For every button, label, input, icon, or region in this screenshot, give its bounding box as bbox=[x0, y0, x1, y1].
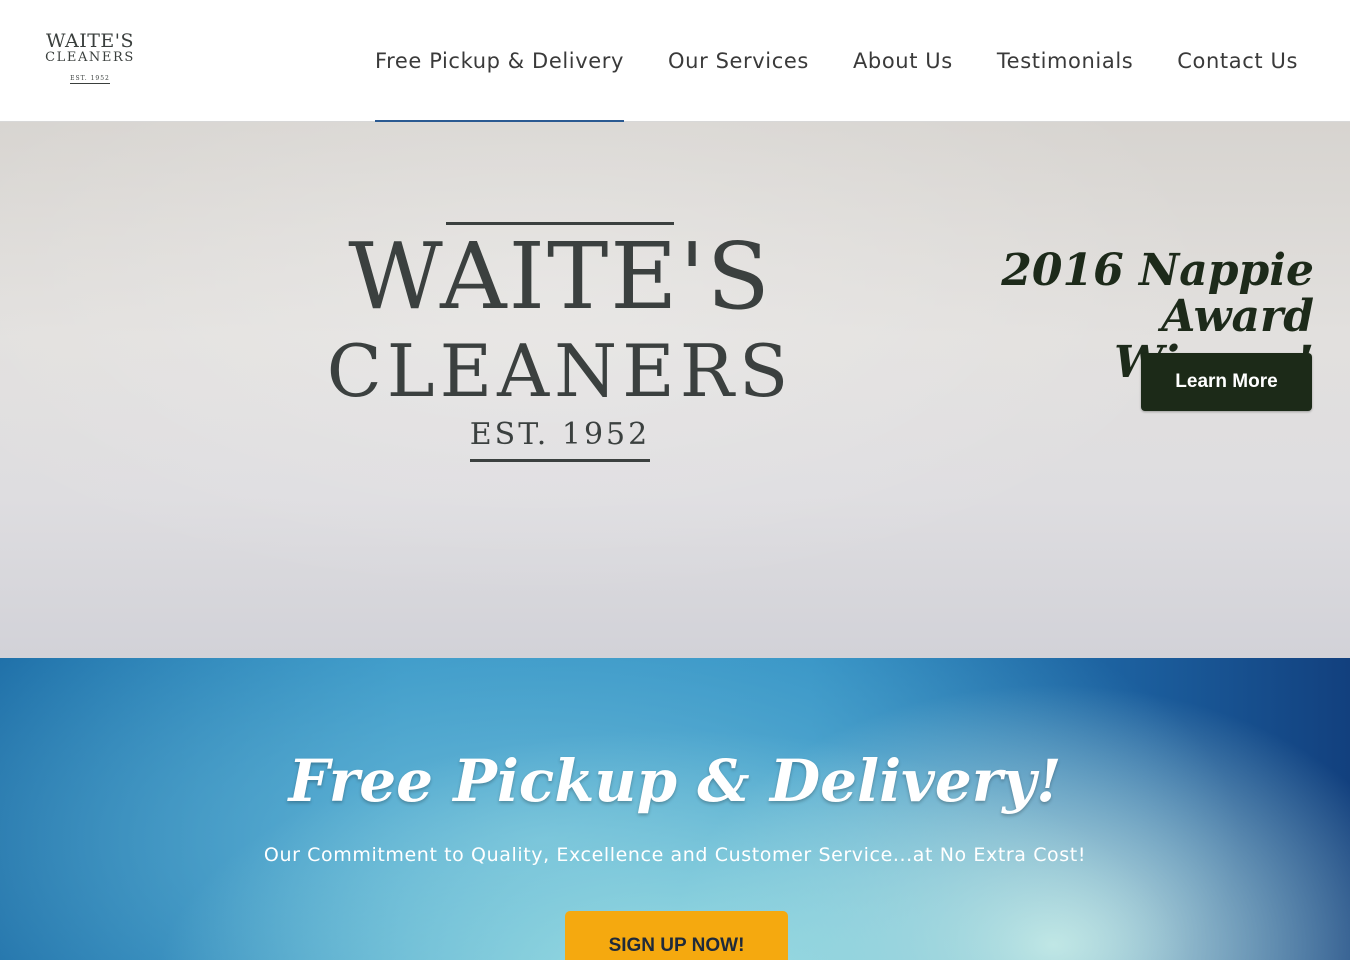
sign-line-3: EST. 1952 bbox=[469, 417, 651, 462]
site-logo[interactable]: WAITE'S CLEANERS EST. 1952 bbox=[38, 32, 142, 84]
main-nav: Free Pickup & Delivery Our Services Abou… bbox=[353, 0, 1320, 122]
nav-item-our-services[interactable]: Our Services bbox=[646, 0, 831, 122]
pickup-delivery-section: Free Pickup & Delivery! Our Commitment t… bbox=[0, 658, 1350, 960]
nav-item-contact-us[interactable]: Contact Us bbox=[1155, 0, 1320, 122]
hero-banner: WAITE'S CLEANERS EST. 1952 2016 Nappie A… bbox=[0, 122, 1350, 658]
sign-line-1: WAITE'S bbox=[348, 223, 772, 330]
logo-line-1: WAITE'S bbox=[45, 30, 135, 52]
pickup-title: Free Pickup & Delivery! bbox=[288, 747, 1062, 815]
logo-line-2: CLEANERS bbox=[45, 50, 135, 65]
sign-line-2: CLEANERS bbox=[326, 329, 794, 413]
nav-item-about-us[interactable]: About Us bbox=[831, 0, 975, 122]
hero-storefront-sign: WAITE'S CLEANERS EST. 1952 bbox=[250, 222, 870, 462]
site-header: WAITE'S CLEANERS EST. 1952 Free Pickup &… bbox=[0, 0, 1350, 122]
award-line-1: 2016 Nappie Award bbox=[1001, 245, 1314, 342]
nav-item-free-pickup-delivery[interactable]: Free Pickup & Delivery bbox=[353, 0, 646, 122]
sign-up-button[interactable]: SIGN UP NOW! bbox=[565, 911, 788, 960]
nav-item-testimonials[interactable]: Testimonials bbox=[975, 0, 1155, 122]
learn-more-button[interactable]: Learn More bbox=[1141, 353, 1312, 411]
logo-line-3: EST. 1952 bbox=[70, 75, 110, 84]
pickup-subtitle: Our Commitment to Quality, Excellence an… bbox=[263, 844, 1087, 866]
